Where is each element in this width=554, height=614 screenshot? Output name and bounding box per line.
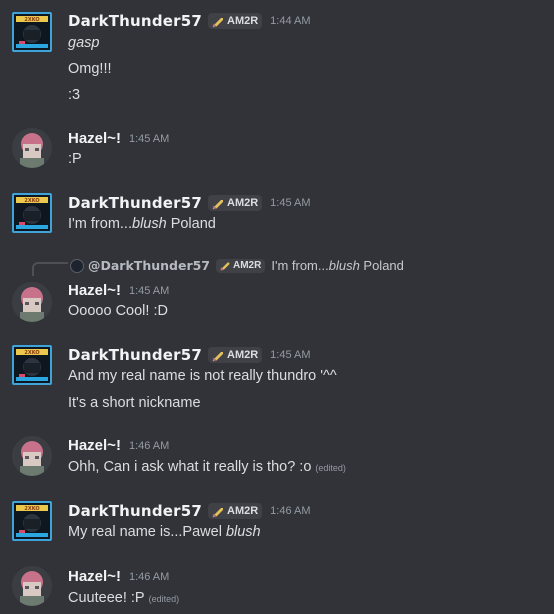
timestamp[interactable]: 1:46 AM xyxy=(270,505,310,517)
avatar[interactable] xyxy=(12,436,52,476)
message-header: Hazel~! 1:45 AM xyxy=(68,130,169,147)
server-tag[interactable]: AM2R xyxy=(208,503,263,519)
timestamp[interactable]: 1:45 AM xyxy=(270,349,310,361)
avatar[interactable] xyxy=(12,282,52,322)
username[interactable]: DarkThunder57 xyxy=(68,194,202,212)
timestamp[interactable]: 1:46 AM xyxy=(129,440,169,452)
server-tag[interactable]: AM2R xyxy=(216,258,266,273)
message-header: DarkThunder57 AM2R 1:44 AM xyxy=(68,12,311,30)
message-text: I'm from...blush Poland xyxy=(68,216,216,232)
username[interactable]: Hazel~! xyxy=(68,282,121,299)
reply-username[interactable]: @DarkThunder57 xyxy=(88,258,210,273)
message-text: :3 xyxy=(68,87,81,103)
avatar[interactable] xyxy=(12,345,52,385)
server-tag[interactable]: AM2R xyxy=(208,195,263,211)
edited-label: (edited) xyxy=(315,463,346,473)
timestamp[interactable]: 1:45 AM xyxy=(129,133,169,145)
message-text: And my real name is not really thundro '… xyxy=(68,368,337,384)
username[interactable]: DarkThunder57 xyxy=(68,12,202,30)
message-text-part: Cuuteee! :P xyxy=(68,590,145,606)
username[interactable]: Hazel~! xyxy=(68,568,121,585)
server-tag[interactable]: AM2R xyxy=(208,347,263,363)
message-text: Ohh, Can i ask what it really is tho? :o… xyxy=(68,459,346,475)
message-header: DarkThunder57 AM2R 1:45 AM xyxy=(68,194,311,212)
sword-icon xyxy=(220,261,230,271)
message-text: gasp xyxy=(68,35,100,51)
timestamp[interactable]: 1:44 AM xyxy=(270,15,310,27)
message-header: DarkThunder57 AM2R 1:45 AM xyxy=(68,346,311,364)
message-text-part: I'm from... xyxy=(68,216,132,232)
timestamp[interactable]: 1:45 AM xyxy=(270,197,310,209)
avatar[interactable] xyxy=(12,501,52,541)
reply-avatar xyxy=(70,258,84,273)
message-header: Hazel~! 1:46 AM xyxy=(68,437,169,454)
reply-preview[interactable]: @DarkThunder57 AM2R I'm from...blush Pol… xyxy=(70,258,404,273)
message-text-emphasis: blush xyxy=(225,524,261,540)
sword-icon xyxy=(212,198,224,210)
timestamp[interactable]: 1:46 AM xyxy=(129,571,169,583)
message-text: Ooooo Cool! :D xyxy=(68,303,168,319)
message-header: Hazel~! 1:45 AM xyxy=(68,282,169,299)
username[interactable]: Hazel~! xyxy=(68,437,121,454)
server-tag-label: AM2R xyxy=(233,260,262,271)
sword-icon xyxy=(212,16,224,28)
username[interactable]: DarkThunder57 xyxy=(68,346,202,364)
message-header: DarkThunder57 AM2R 1:46 AM xyxy=(68,502,311,520)
sword-icon xyxy=(212,350,224,362)
reply-text: I'm from...blush Poland xyxy=(271,258,404,273)
avatar[interactable] xyxy=(12,12,52,52)
message-text: Omg!!! xyxy=(68,61,112,77)
avatar[interactable] xyxy=(12,128,52,168)
message-text: My real name is...Pawel blush xyxy=(68,524,261,540)
message-text: It's a short nickname xyxy=(68,395,201,411)
message-text: Cuuteee! :P (edited) xyxy=(68,590,179,606)
username[interactable]: DarkThunder57 xyxy=(68,502,202,520)
username[interactable]: Hazel~! xyxy=(68,130,121,147)
message-text-emphasis: blush xyxy=(132,216,167,232)
avatar[interactable] xyxy=(12,193,52,233)
edited-label: (edited) xyxy=(148,594,180,604)
server-tag-label: AM2R xyxy=(227,349,259,361)
server-tag-label: AM2R xyxy=(227,197,259,209)
reply-connector xyxy=(32,262,68,276)
message-text-part: Ohh, Can i ask what it really is tho? :o xyxy=(68,459,312,475)
message-text-part: Poland xyxy=(166,216,216,232)
message-text: :P xyxy=(68,151,82,167)
message-text-part: My real name is...Pawel xyxy=(68,524,226,540)
message-header: Hazel~! 1:46 AM xyxy=(68,568,169,585)
server-tag[interactable]: AM2R xyxy=(208,13,263,29)
timestamp[interactable]: 1:45 AM xyxy=(129,285,169,297)
server-tag-label: AM2R xyxy=(227,15,259,27)
avatar[interactable] xyxy=(12,566,52,606)
sword-icon xyxy=(212,506,224,518)
server-tag-label: AM2R xyxy=(227,505,259,517)
